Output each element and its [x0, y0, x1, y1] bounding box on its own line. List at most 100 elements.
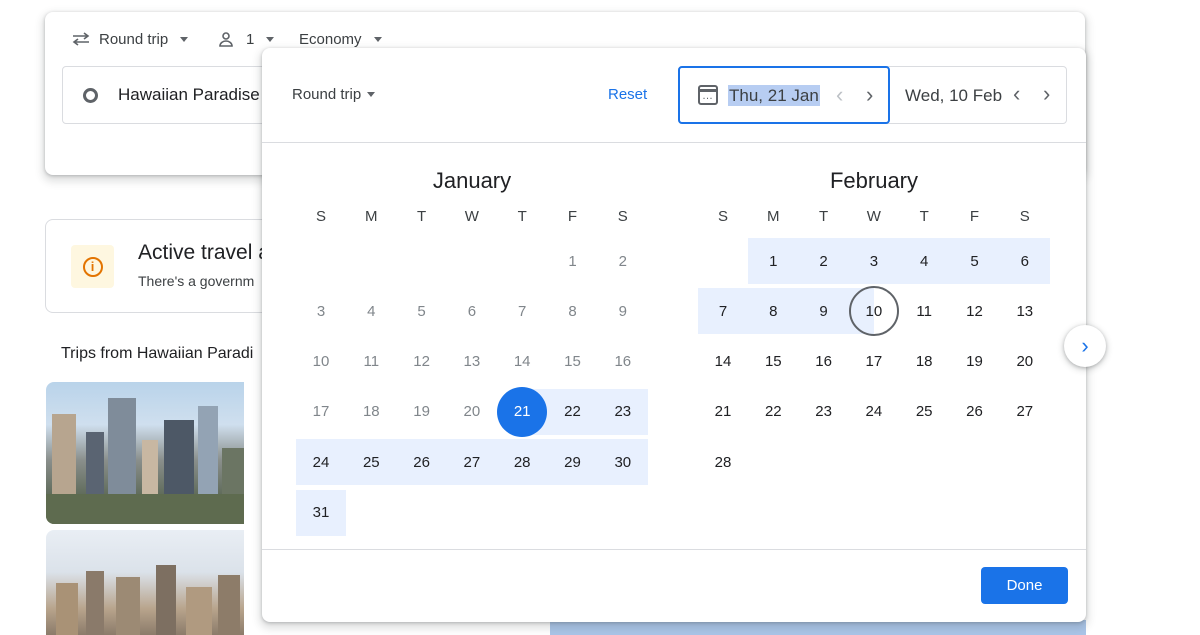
calendar-day-january-1[interactable]: 1	[548, 238, 598, 284]
calendar-day-february-10[interactable]: 10	[849, 288, 899, 334]
calendar-day-january-13[interactable]: 13	[447, 339, 497, 385]
calendar-day-february-11[interactable]: 11	[899, 288, 949, 334]
reset-button[interactable]: Reset	[608, 86, 647, 103]
calendar-day-january-7[interactable]: 7	[497, 288, 547, 334]
picker-trip-type-selector[interactable]: Round trip	[292, 86, 376, 103]
calendar-day-january-2[interactable]: 2	[598, 238, 648, 284]
calendar-day-february-26[interactable]: 26	[950, 389, 1000, 435]
weekday-header: T	[819, 208, 829, 225]
calendar-day-february-27[interactable]: 27	[1000, 389, 1050, 435]
calendar-day-february-28[interactable]: 28	[698, 439, 748, 485]
date-picker-dialog: Round trip Reset Thu, 21 Jan ‹ › Wed, 10…	[262, 48, 1086, 622]
calendar-day-january-4[interactable]: 4	[346, 288, 396, 334]
calendar-day-january-27[interactable]: 27	[447, 439, 497, 485]
calendar-day-january-14[interactable]: 14	[497, 339, 547, 385]
calendar-day-january-30[interactable]: 30	[598, 439, 648, 485]
calendar-day-january-26[interactable]: 26	[397, 439, 447, 485]
trip-type-selector[interactable]: Round trip	[72, 28, 189, 50]
next-month-button[interactable]: ›	[1064, 325, 1106, 367]
done-button[interactable]: Done	[981, 567, 1068, 604]
chevron-left-icon[interactable]: ‹	[1013, 83, 1020, 105]
calendar-day-january-3[interactable]: 3	[296, 288, 346, 334]
advisory-title: Active travel a	[138, 241, 270, 264]
calendar-day-january-10[interactable]: 10	[296, 339, 346, 385]
weekday-header: S	[717, 208, 728, 225]
calendar-day-february-18[interactable]: 18	[899, 339, 949, 385]
calendar-day-february-24[interactable]: 24	[849, 389, 899, 435]
calendar-day-january-21[interactable]: 21	[497, 389, 547, 435]
passenger-selector[interactable]: 1	[218, 28, 275, 50]
chevron-down-icon	[266, 36, 275, 42]
date-range-field: Thu, 21 Jan ‹ › Wed, 10 Feb ‹ ›	[678, 66, 1067, 124]
calendar-day-january-28[interactable]: 28	[497, 439, 547, 485]
calendar-day-february-9[interactable]: 9	[799, 288, 849, 334]
calendar-january: S M T W T F S 1 2 3 4 5 6 7 8 9 10 11 12 13 14 15 16 17 18 19 20 21…	[296, 208, 649, 548]
calendar-day-february-25[interactable]: 25	[899, 389, 949, 435]
origin-value: Hawaiian Paradise	[118, 85, 260, 104]
calendar-day-february-20[interactable]: 20	[1000, 339, 1050, 385]
calendar-day-february-12[interactable]: 12	[950, 288, 1000, 334]
divider	[262, 142, 1086, 143]
calendar-day-february-15[interactable]: 15	[748, 339, 798, 385]
chevron-down-icon	[180, 36, 189, 42]
chevron-down-icon	[373, 36, 382, 42]
calendar-day-february-5[interactable]: 5	[950, 238, 1000, 284]
calendar-day-february-14[interactable]: 14	[698, 339, 748, 385]
calendar-day-january-24[interactable]: 24	[296, 439, 346, 485]
return-date-value[interactable]: Wed, 10 Feb	[905, 86, 1002, 106]
weekday-header: T	[517, 208, 527, 225]
calendar-day-january-31[interactable]: 31	[296, 490, 346, 536]
trip-type-label: Round trip	[99, 30, 169, 48]
calendar-day-january-29[interactable]: 29	[548, 439, 598, 485]
calendar-day-january-8[interactable]: 8	[548, 288, 598, 334]
calendar-day-january-6[interactable]: 6	[447, 288, 497, 334]
destination-image[interactable]	[46, 382, 244, 524]
calendar-day-february-6[interactable]: 6	[1000, 238, 1050, 284]
calendar-day-january-25[interactable]: 25	[346, 439, 396, 485]
calendar-day-february-4[interactable]: 4	[899, 238, 949, 284]
calendar-day-february-13[interactable]: 13	[1000, 288, 1050, 334]
weekday-header: W	[464, 208, 479, 225]
calendar-day-january-23[interactable]: 23	[598, 389, 648, 435]
weekday-header: T	[919, 208, 929, 225]
passenger-count: 1	[246, 30, 255, 48]
weekday-header: W	[866, 208, 881, 225]
calendar-day-january-16[interactable]: 16	[598, 339, 648, 385]
calendar-day-february-22[interactable]: 22	[748, 389, 798, 435]
weekday-header: F	[969, 208, 980, 225]
origin-circle-icon	[83, 87, 98, 103]
calendar-day-february-8[interactable]: 8	[748, 288, 798, 334]
person-icon	[219, 32, 233, 47]
weekday-header: S	[315, 208, 326, 225]
calendar-day-january-15[interactable]: 15	[548, 339, 598, 385]
calendar-day-january-18[interactable]: 18	[346, 389, 396, 435]
calendar-day-february-23[interactable]: 23	[799, 389, 849, 435]
chevron-left-icon[interactable]: ‹	[836, 84, 843, 106]
chevron-right-icon[interactable]: ›	[866, 84, 873, 106]
calendar-day-january-9[interactable]: 9	[598, 288, 648, 334]
calendar-day-february-17[interactable]: 17	[849, 339, 899, 385]
calendar-day-january-5[interactable]: 5	[397, 288, 447, 334]
trips-heading: Trips from Hawaiian Paradi	[61, 345, 254, 362]
calendar-icon	[698, 85, 718, 105]
weekday-header: M	[365, 208, 378, 225]
destination-image[interactable]	[46, 530, 244, 635]
departure-date-field[interactable]: Thu, 21 Jan ‹ ›	[678, 66, 890, 124]
calendar-day-february-7[interactable]: 7	[698, 288, 748, 334]
chevron-right-icon[interactable]: ›	[1043, 83, 1050, 105]
cabin-class-selector[interactable]: Economy	[299, 28, 382, 50]
calendar-day-january-11[interactable]: 11	[346, 339, 396, 385]
calendar-day-january-22[interactable]: 22	[548, 389, 598, 435]
calendar-day-january-20[interactable]: 20	[447, 389, 497, 435]
calendar-day-february-2[interactable]: 2	[799, 238, 849, 284]
calendar-day-february-3[interactable]: 3	[849, 238, 899, 284]
calendar-day-february-19[interactable]: 19	[950, 339, 1000, 385]
calendar-day-february-16[interactable]: 16	[799, 339, 849, 385]
calendar-day-january-12[interactable]: 12	[397, 339, 447, 385]
calendar-day-january-19[interactable]: 19	[397, 389, 447, 435]
map-preview	[550, 620, 1086, 635]
calendar-day-january-17[interactable]: 17	[296, 389, 346, 435]
calendar-day-february-21[interactable]: 21	[698, 389, 748, 435]
cabin-class-label: Economy	[299, 30, 362, 48]
calendar-day-february-1[interactable]: 1	[748, 238, 798, 284]
